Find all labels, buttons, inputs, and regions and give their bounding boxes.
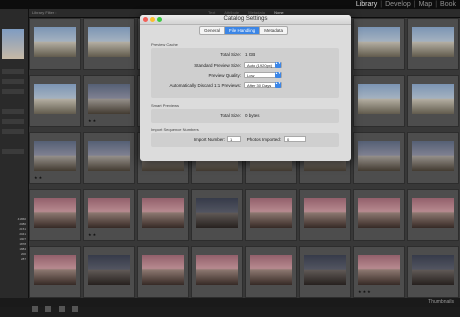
tab-general[interactable]: General — [200, 27, 226, 34]
module-library[interactable]: Library — [356, 1, 377, 8]
thumbnails-label: Thumbnails — [428, 299, 454, 305]
preview-quality-label: Preview Quality: — [208, 73, 241, 78]
preview-quality-select[interactable]: Low ▲▼ — [244, 72, 282, 78]
panel-row[interactable] — [2, 79, 24, 84]
preview-cache-heading: Preview Cache — [151, 42, 178, 47]
dialog-title: Catalog Settings — [223, 16, 268, 22]
discard-previews-label: Automatically Discard 1:1 Previews: — [169, 83, 241, 88]
standard-preview-size-select[interactable]: Auto (1920px) ▲▼ — [244, 62, 282, 68]
smart-total-size-label: Total Size: — [220, 113, 241, 118]
total-size-label: Total Size: — [220, 52, 241, 57]
module-develop[interactable]: Develop — [385, 1, 411, 8]
view-buttons — [32, 299, 81, 317]
separator: | — [435, 1, 438, 8]
dialog-titlebar: Catalog Settings — [140, 15, 351, 25]
popup-arrows-icon: ▲▼ — [275, 72, 281, 78]
module-picker: Library | Develop | Map | Book — [356, 1, 456, 8]
tab-metadata[interactable]: Metadata — [260, 27, 287, 34]
discard-previews-value: After 30 Days — [247, 83, 272, 88]
import-sequence-heading: Import Sequence Numbers — [151, 127, 199, 132]
settings-tabs: General File Handling Metadata — [199, 26, 289, 35]
popup-arrows-icon: ▲▼ — [275, 82, 281, 88]
panel-row[interactable] — [2, 119, 24, 124]
tab-file-handling[interactable]: File Handling — [225, 27, 261, 34]
library-filter-label: Library Filter : — [32, 10, 57, 15]
folder-counts: 41860 2080 2151 2041 1907 1878 1884 200 … — [11, 217, 26, 262]
smart-previews-heading: Smart Previews — [151, 103, 180, 108]
navigator-preview[interactable] — [2, 29, 24, 59]
panel-row[interactable] — [2, 109, 24, 114]
standard-preview-size-value: Auto (1920px) — [247, 63, 273, 68]
module-map[interactable]: Map — [419, 1, 433, 8]
panel-row[interactable] — [2, 69, 24, 74]
left-panel: 41860 2080 2151 2041 1907 1878 1884 200 … — [0, 9, 29, 299]
import-number-label: Import Number: — [193, 137, 225, 142]
popup-arrows-icon: ▲▼ — [275, 62, 281, 68]
preview-cache-group: Total Size: 1 GB Standard Preview Size: … — [151, 48, 339, 98]
module-book[interactable]: Book — [440, 1, 456, 8]
separator: | — [380, 1, 383, 8]
folder-count: 287 — [20, 257, 26, 261]
photos-imported-field[interactable]: 0 — [284, 136, 306, 142]
panel-row[interactable] — [2, 149, 24, 154]
import-sequence-group: Import Number: 1 Photos Imported: 0 — [151, 133, 339, 147]
smart-total-size-value: 0 bytes — [245, 113, 260, 118]
separator: | — [413, 1, 416, 8]
total-size-value: 1 GB — [245, 52, 256, 57]
catalog-settings-dialog: Catalog Settings General File Handling M… — [140, 15, 351, 161]
standard-preview-size-label: Standard Preview Size: — [194, 63, 241, 68]
panel-row[interactable] — [2, 89, 24, 94]
panel-row[interactable] — [2, 129, 24, 134]
filmstrip-toolbar: Thumbnails — [0, 298, 460, 312]
smart-previews-group: Total Size: 0 bytes — [151, 109, 339, 123]
photos-imported-label: Photos Imported: — [246, 137, 281, 142]
preview-quality-value: Low — [247, 73, 255, 78]
discard-previews-select[interactable]: After 30 Days ▲▼ — [244, 82, 282, 88]
